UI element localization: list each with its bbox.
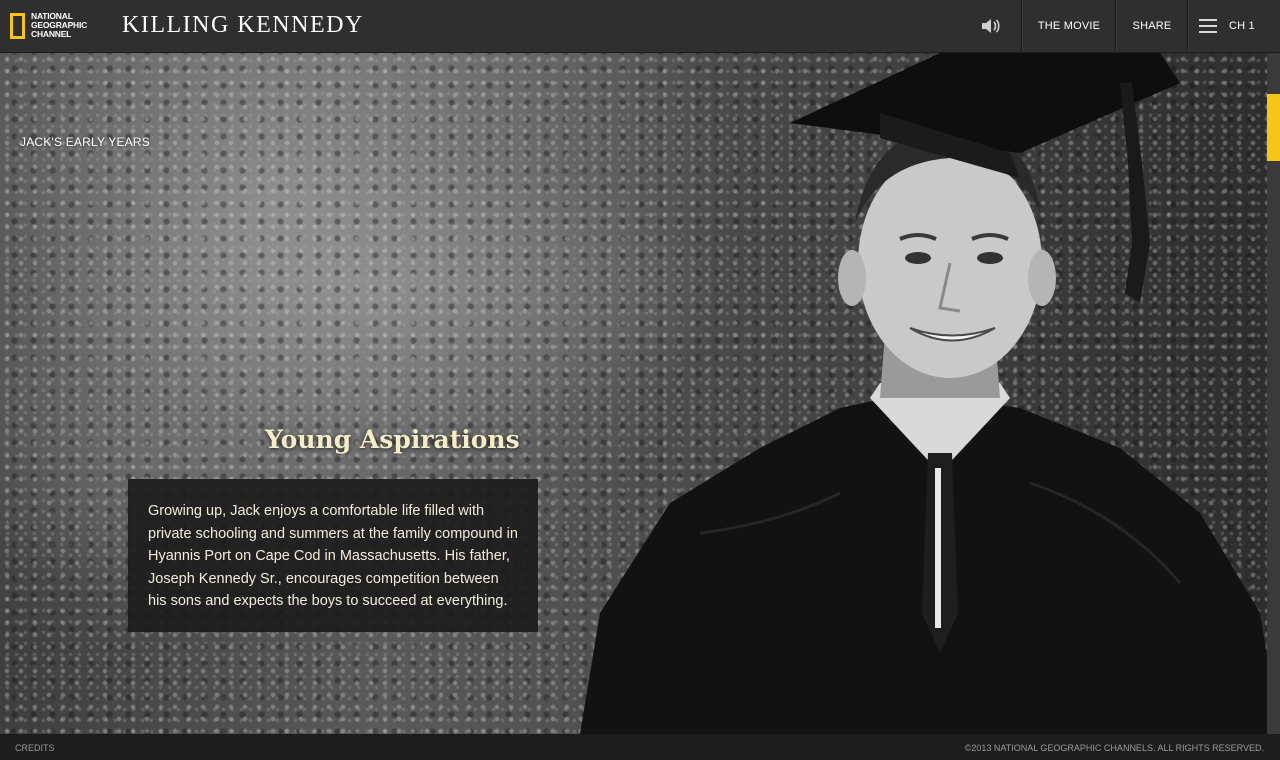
share-button[interactable]: SHARE bbox=[1116, 0, 1188, 52]
main-nav: THE MOVIE SHARE CH 1 bbox=[961, 0, 1280, 52]
footer: CREDITS ©2013 NATIONAL GEOGRAPHIC CHANNE… bbox=[0, 735, 1280, 760]
chapter-label: CH 1 bbox=[1229, 20, 1255, 32]
scrollbar-thumb[interactable] bbox=[1267, 94, 1280, 161]
chapter-menu-button[interactable]: CH 1 bbox=[1188, 0, 1280, 52]
hamburger-icon bbox=[1199, 19, 1217, 33]
speaker-icon bbox=[982, 19, 1000, 33]
credits-link[interactable]: CREDITS bbox=[15, 743, 55, 753]
hero-section: JACK'S EARLY YEARS Young Aspirations Gro… bbox=[0, 53, 1267, 734]
graduation-portrait-image bbox=[580, 53, 1267, 734]
logo-text: NATIONAL GEOGRAPHIC CHANNEL bbox=[31, 11, 88, 39]
copyright-text: ©2013 NATIONAL GEOGRAPHIC CHANNELS. ALL … bbox=[964, 743, 1264, 753]
yellow-border-icon bbox=[10, 12, 25, 39]
natgeo-logo[interactable]: NATIONAL GEOGRAPHIC CHANNEL bbox=[10, 9, 101, 42]
card-text: Growing up, Jack enjoys a comfortable li… bbox=[128, 479, 538, 632]
card-title: Young Aspirations bbox=[265, 425, 520, 454]
the-movie-link[interactable]: THE MOVIE bbox=[1022, 0, 1116, 52]
top-navigation-bar: NATIONAL GEOGRAPHIC CHANNEL KILLING KENN… bbox=[0, 0, 1280, 53]
sound-toggle-button[interactable] bbox=[961, 0, 1022, 52]
site-title[interactable]: KILLING KENNEDY bbox=[122, 12, 364, 39]
section-label: JACK'S EARLY YEARS bbox=[20, 135, 150, 149]
